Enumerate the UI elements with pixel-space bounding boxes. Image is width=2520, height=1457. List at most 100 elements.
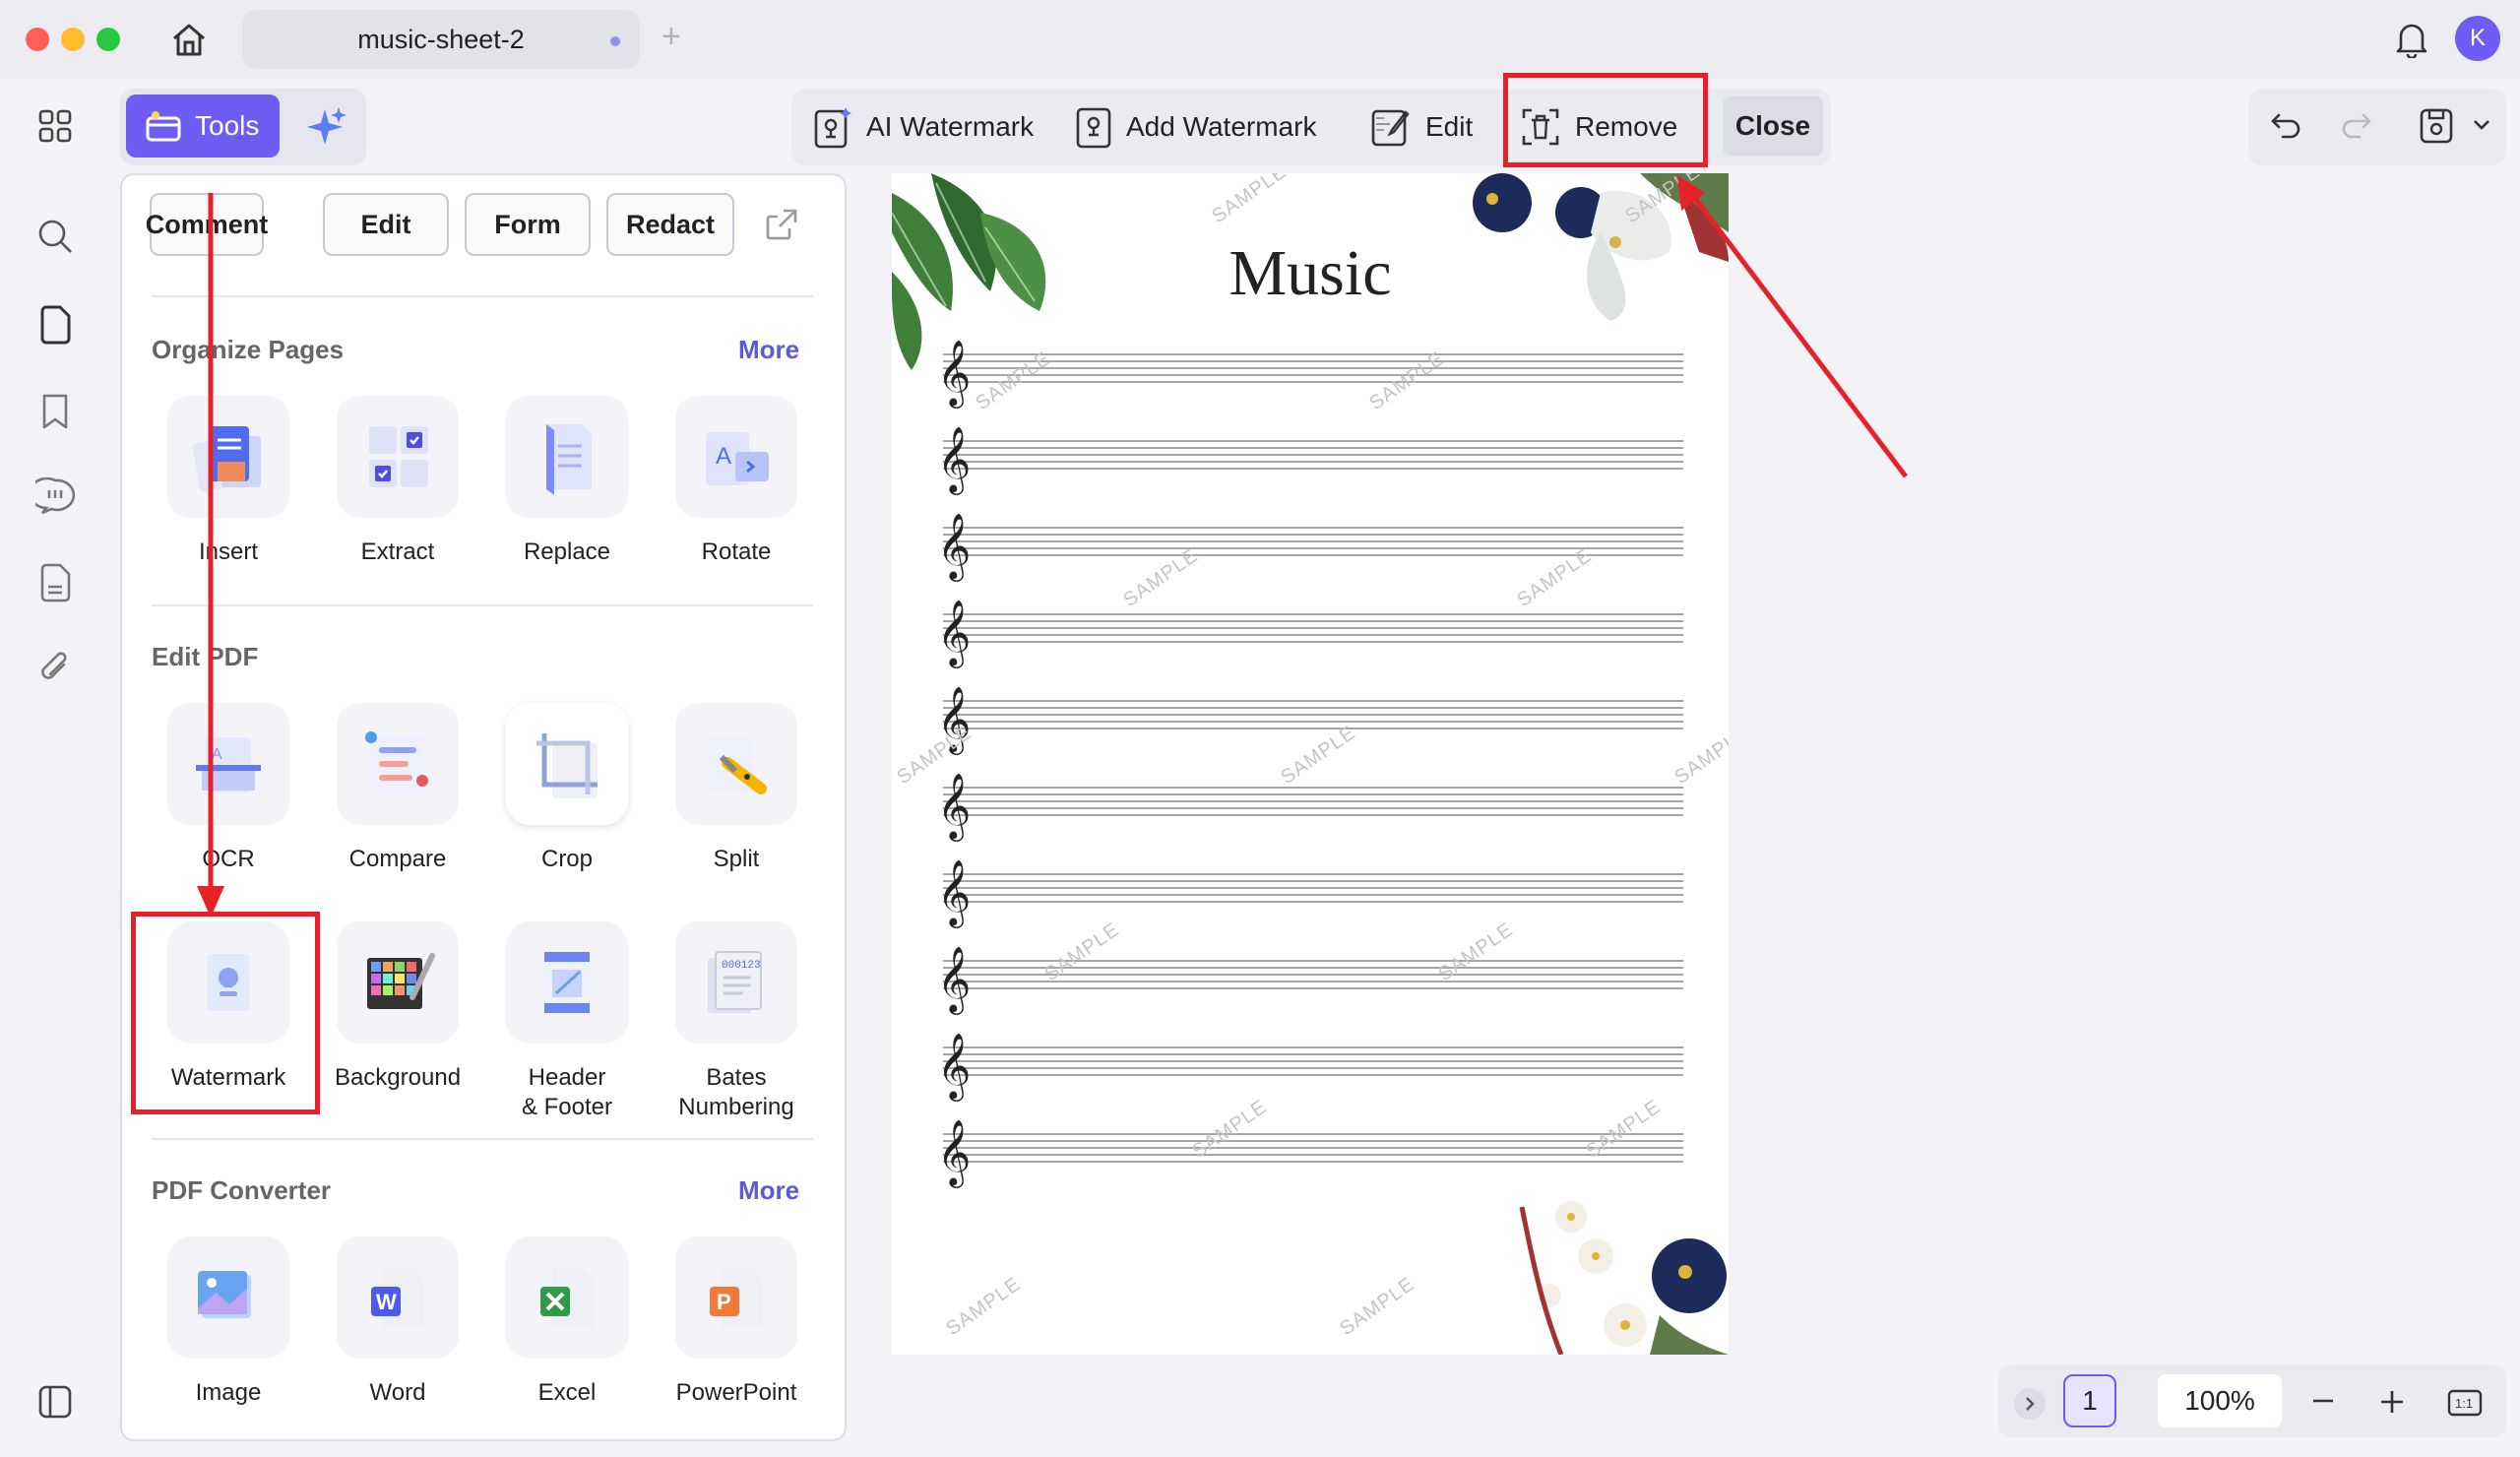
treble-clef: 𝄞 xyxy=(937,858,971,928)
document-icon[interactable] xyxy=(30,557,81,608)
compare-icon xyxy=(337,703,459,825)
home-icon[interactable] xyxy=(165,18,213,61)
remove-highlight-box xyxy=(1503,73,1708,167)
page-icon[interactable] xyxy=(30,299,81,350)
mode-form-button[interactable]: Form xyxy=(465,193,591,256)
replace-label: Replace xyxy=(523,538,611,565)
extract-tool[interactable]: Extract xyxy=(329,396,467,567)
ai-sparkle-icon[interactable] xyxy=(295,102,354,152)
zoom-out-icon[interactable] xyxy=(2303,1386,2343,1416)
image-converter-tool[interactable]: Image xyxy=(159,1236,297,1408)
image-icon xyxy=(167,1236,289,1359)
comment-tab-overlay xyxy=(150,193,264,256)
treble-clef: 𝄞 xyxy=(937,339,971,409)
excel-converter-tool[interactable]: Excel xyxy=(498,1236,636,1408)
unsaved-indicator xyxy=(610,36,620,46)
bates-numbering-tool[interactable]: 000123 Bates Numbering xyxy=(667,921,805,1122)
ai-watermark-label: AI Watermark xyxy=(866,111,1035,142)
treble-clef: 𝄞 xyxy=(937,599,971,668)
save-icon[interactable] xyxy=(2414,102,2459,150)
excel-icon xyxy=(506,1236,628,1359)
mode-edit-button[interactable]: Edit xyxy=(323,193,449,256)
bell-icon[interactable] xyxy=(2390,18,2433,61)
crop-icon xyxy=(506,703,628,825)
chevron-right-icon[interactable] xyxy=(2014,1388,2046,1420)
rotate-label: Rotate xyxy=(701,538,772,565)
crop-tool[interactable]: Crop xyxy=(498,703,636,874)
zoom-in-icon[interactable] xyxy=(2372,1382,2412,1422)
page-number-field[interactable]: 1 xyxy=(2063,1374,2116,1427)
chevron-down-icon[interactable] xyxy=(2469,110,2494,140)
word-icon: W xyxy=(337,1236,459,1359)
new-tab-button[interactable]: + xyxy=(662,18,681,56)
ai-watermark-icon xyxy=(814,107,851,149)
header-footer-tool[interactable]: Header & Footer xyxy=(498,921,636,1122)
background-icon xyxy=(337,921,459,1044)
ai-watermark-button[interactable]: AI Watermark xyxy=(813,98,1034,156)
attachment-icon[interactable] xyxy=(30,642,81,693)
pdf-page[interactable]: Music 𝄞 𝄞 𝄞 𝄞 𝄞 𝄞 𝄞 𝄞 𝄞 𝄞 SAMPLE SAMPLE SAMPLE SAMPL… xyxy=(892,173,1729,1355)
tab-title: music-sheet-2 xyxy=(357,24,525,54)
open-external-icon[interactable] xyxy=(760,203,803,246)
redo-icon[interactable] xyxy=(2335,104,2378,148)
treble-clef: 𝄞 xyxy=(937,512,971,582)
svg-text:P: P xyxy=(717,1290,731,1314)
divider xyxy=(152,1138,813,1140)
bates-numbering-icon: 000123 xyxy=(675,921,797,1044)
ocr-icon: A xyxy=(167,703,289,825)
avatar[interactable]: K xyxy=(2455,16,2500,61)
excel-label: Excel xyxy=(537,1379,597,1406)
divider xyxy=(152,604,813,606)
insert-tool[interactable]: Insert xyxy=(159,396,297,567)
compare-tool[interactable]: Compare xyxy=(329,703,467,874)
document-tab[interactable]: music-sheet-2 xyxy=(242,10,640,69)
organize-more-link[interactable]: More xyxy=(738,335,799,365)
extract-icon xyxy=(337,396,459,518)
zoom-level[interactable]: 100% xyxy=(2158,1374,2282,1427)
svg-text:000123: 000123 xyxy=(722,960,761,972)
mode-redact-button[interactable]: Redact xyxy=(606,193,734,256)
tools-label: Tools xyxy=(195,110,260,141)
ocr-tool[interactable]: A OCR xyxy=(159,703,297,874)
split-tool[interactable]: Split xyxy=(667,703,805,874)
edit-watermark-icon xyxy=(1371,109,1410,147)
replace-icon xyxy=(506,396,628,518)
word-converter-tool[interactable]: W Word xyxy=(329,1236,467,1408)
add-watermark-icon xyxy=(1076,107,1111,149)
add-watermark-label: Add Watermark xyxy=(1126,111,1317,142)
powerpoint-icon: P xyxy=(675,1236,797,1359)
edit-pdf-heading: Edit PDF xyxy=(152,642,259,671)
image-label: Image xyxy=(195,1379,262,1406)
add-watermark-button[interactable]: Add Watermark xyxy=(1075,98,1316,156)
minimize-window-button[interactable] xyxy=(61,28,85,51)
search-icon[interactable] xyxy=(30,211,81,262)
compare-label: Compare xyxy=(348,846,447,872)
treble-clef: 𝄞 xyxy=(937,1032,971,1102)
powerpoint-converter-tool[interactable]: P PowerPoint xyxy=(667,1236,805,1408)
background-tool[interactable]: Background xyxy=(329,921,467,1093)
close-watermark-button[interactable]: Close xyxy=(1723,96,1823,156)
converter-more-link[interactable]: More xyxy=(738,1175,799,1206)
insert-icon xyxy=(167,396,289,518)
undo-icon[interactable] xyxy=(2264,104,2307,148)
insert-label: Insert xyxy=(198,538,259,565)
zoom-window-button[interactable] xyxy=(96,28,120,51)
rotate-tool[interactable]: A Rotate xyxy=(667,396,805,567)
treble-clef: 𝄞 xyxy=(937,425,971,495)
svg-text:A: A xyxy=(212,746,222,763)
replace-tool[interactable]: Replace xyxy=(498,396,636,567)
edit-watermark-button[interactable]: Edit xyxy=(1370,98,1473,156)
bates-numbering-label: Bates Numbering xyxy=(678,1064,794,1120)
svg-text:1:1: 1:1 xyxy=(2455,1396,2473,1411)
split-label: Split xyxy=(713,846,760,872)
comment-icon[interactable] xyxy=(30,471,81,522)
close-window-button[interactable] xyxy=(26,28,49,51)
bookmark-icon[interactable] xyxy=(30,386,81,437)
sidebar-toggle-icon[interactable] xyxy=(30,1376,81,1427)
grid-icon[interactable] xyxy=(30,100,81,152)
header-footer-icon xyxy=(506,921,628,1044)
divider xyxy=(152,295,813,297)
actual-size-icon[interactable]: 1:1 xyxy=(2445,1386,2485,1420)
tools-button[interactable]: Tools xyxy=(126,95,280,158)
powerpoint-label: PowerPoint xyxy=(675,1379,797,1406)
